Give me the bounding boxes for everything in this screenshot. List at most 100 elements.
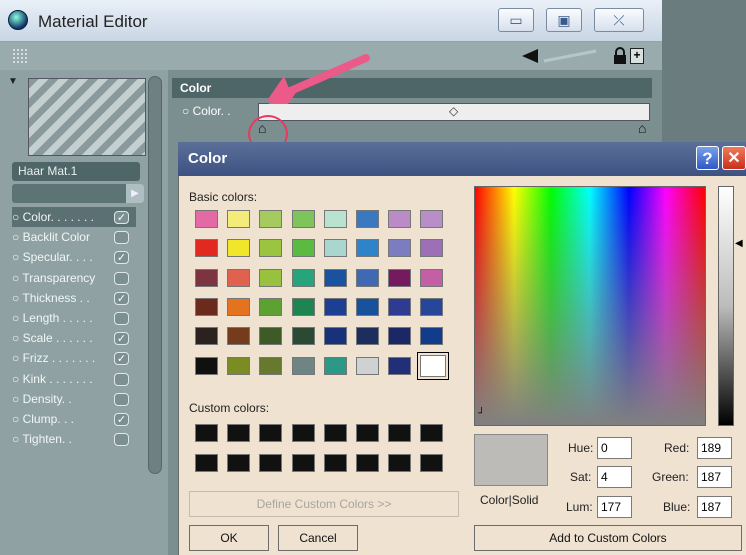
property-checkbox[interactable]: ✓ [114,251,129,265]
custom-color-swatch[interactable] [195,424,218,442]
basic-color-swatch[interactable] [195,239,218,258]
basic-color-swatch[interactable] [259,356,283,375]
minimize-button[interactable]: ▭ [498,8,534,32]
basic-color-swatch[interactable] [323,327,347,346]
basic-color-swatch[interactable] [323,356,347,375]
basic-color-swatch[interactable] [291,210,315,228]
gradient-midpoint-icon[interactable]: ◇ [449,104,458,118]
custom-color-swatch[interactable] [323,454,347,472]
close-window-button[interactable]: ⤫ [594,8,644,32]
green-field[interactable]: 187 [697,466,732,488]
basic-color-swatch[interactable] [388,297,412,316]
expand-icon[interactable]: + [630,48,644,64]
basic-color-swatch[interactable] [227,327,251,346]
lock-icon[interactable] [612,47,628,65]
add-to-custom-colors-button[interactable]: Add to Custom Colors [474,525,742,551]
custom-color-swatch[interactable] [420,424,444,442]
basic-color-swatch[interactable] [388,356,412,375]
basic-color-swatch[interactable] [259,327,283,346]
custom-color-swatch[interactable] [388,454,412,472]
hue-field[interactable]: 0 [597,437,632,459]
sat-field[interactable]: 4 [597,466,632,488]
property-checkbox[interactable] [114,312,129,325]
basic-color-swatch[interactable] [388,327,412,346]
basic-color-swatch[interactable] [195,297,218,316]
ok-button[interactable]: OK [189,525,269,551]
basic-color-swatch[interactable] [259,297,283,316]
basic-color-swatch[interactable] [291,268,315,287]
material-thumbnail[interactable] [28,78,146,156]
custom-color-swatch[interactable] [259,454,283,472]
property-checkbox[interactable] [114,271,129,285]
color-spectrum[interactable] [474,186,706,426]
property-checkbox[interactable]: ✓ [114,352,129,366]
basic-color-swatch[interactable] [388,268,412,287]
basic-color-swatch[interactable] [195,268,218,287]
property-checkbox[interactable] [114,231,129,245]
basic-color-swatch[interactable] [388,239,412,258]
custom-color-swatch[interactable] [291,454,315,472]
basic-color-swatch[interactable] [420,327,444,346]
property-checkbox[interactable]: ✓ [114,291,129,305]
basic-color-swatch[interactable] [227,268,251,287]
custom-color-swatch[interactable] [259,424,283,442]
basic-color-swatch[interactable] [356,356,379,375]
basic-color-swatch[interactable] [420,268,444,287]
luminance-slider[interactable] [718,186,734,426]
custom-color-swatch[interactable] [195,454,218,472]
basic-color-swatch[interactable] [356,327,379,346]
blue-field[interactable]: 187 [697,496,732,518]
basic-color-swatch[interactable] [323,297,347,316]
back-arrow-icon[interactable] [520,48,540,64]
basic-color-swatch[interactable] [323,268,347,287]
property-checkbox[interactable] [114,392,129,406]
basic-color-swatch[interactable] [291,239,315,258]
basic-color-swatch[interactable] [420,297,444,316]
basic-color-swatch[interactable] [388,210,412,228]
basic-color-swatch[interactable] [323,239,347,258]
basic-color-swatch[interactable] [291,356,315,375]
property-checkbox[interactable]: ✓ [114,413,129,426]
basic-color-swatch[interactable] [259,268,283,287]
property-checkbox[interactable] [114,433,129,447]
properties-scrollbar[interactable] [148,76,162,474]
dialog-close-button[interactable]: ✕ [722,146,746,170]
luminance-arrow-icon[interactable]: ◀ [735,238,743,249]
help-button[interactable]: ? [696,146,719,170]
basic-color-swatch[interactable] [420,210,444,228]
custom-color-swatch[interactable] [356,424,379,442]
custom-color-swatch[interactable] [323,424,347,442]
crosshair-icon[interactable]: ┘ [478,408,485,419]
custom-color-swatch[interactable] [291,424,315,442]
basic-color-swatch[interactable] [291,327,315,346]
basic-color-swatch[interactable] [195,210,218,228]
custom-color-swatch[interactable] [388,424,412,442]
lum-field[interactable]: 177 [597,496,632,518]
basic-color-swatch[interactable] [356,210,379,228]
basic-color-swatch[interactable] [356,297,379,316]
property-checkbox[interactable] [114,372,129,386]
dropdown-arrow-icon[interactable]: ▶ [126,184,144,203]
basic-color-swatch[interactable] [420,239,444,258]
basic-color-swatch[interactable] [323,210,347,228]
basic-color-swatch[interactable] [259,210,283,228]
material-dropdown[interactable] [12,184,144,203]
red-field[interactable]: 189 [697,437,732,459]
property-checkbox[interactable]: ✓ [114,332,129,346]
basic-color-swatch[interactable] [259,239,283,258]
basic-color-swatch[interactable] [195,327,218,346]
grip-icon[interactable] [12,48,28,64]
basic-color-swatch[interactable] [227,210,251,228]
basic-color-swatch[interactable] [291,297,315,316]
basic-color-swatch[interactable] [227,356,251,375]
basic-color-swatch[interactable] [195,356,218,375]
custom-color-swatch[interactable] [420,454,444,472]
custom-color-swatch[interactable] [227,424,251,442]
gradient-stop-right-icon[interactable]: ⌂ [638,120,646,136]
define-custom-colors-button[interactable]: Define Custom Colors >> [189,491,459,517]
basic-color-swatch[interactable] [356,239,379,258]
custom-color-swatch[interactable] [356,454,379,472]
basic-color-swatch[interactable] [417,351,450,380]
thumbnail-menu-icon[interactable]: ▼ [8,76,18,87]
basic-color-swatch[interactable] [227,239,251,258]
